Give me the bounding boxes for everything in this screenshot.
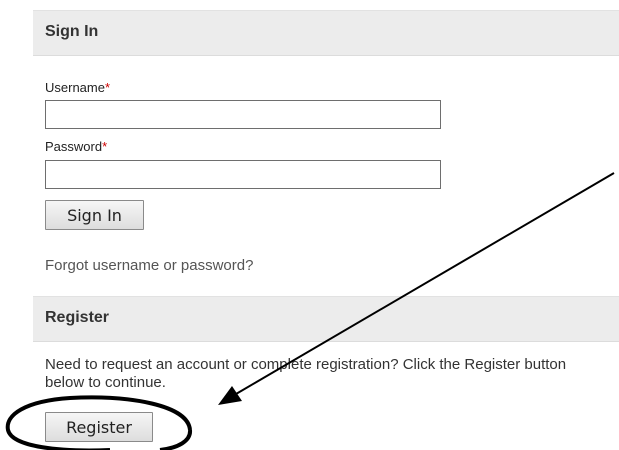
annotation-circle-tail	[159, 429, 192, 450]
register-panel-header: Register	[33, 296, 619, 342]
username-label-text: Username	[45, 80, 105, 95]
username-input[interactable]	[45, 100, 441, 129]
password-label: Password*	[45, 139, 107, 154]
forgot-credentials-link[interactable]: Forgot username or password?	[45, 257, 253, 274]
register-description: Need to request an account or complete r…	[45, 356, 567, 391]
register-button[interactable]: Register	[45, 412, 153, 442]
password-label-text: Password	[45, 139, 103, 154]
password-required-marker: *	[102, 139, 108, 154]
signin-panel-header: Sign In	[33, 10, 619, 56]
password-input[interactable]	[45, 160, 441, 189]
register-title: Register	[45, 309, 110, 326]
signin-button[interactable]: Sign In	[45, 200, 144, 230]
username-label: Username*	[45, 80, 110, 95]
signin-title: Sign In	[45, 23, 99, 40]
username-required-marker: *	[104, 80, 111, 95]
